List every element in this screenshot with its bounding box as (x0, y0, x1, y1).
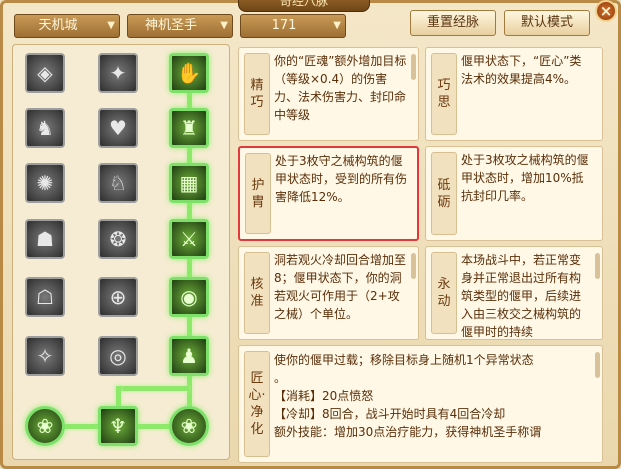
close-button[interactable]: × (595, 0, 617, 22)
school-dropdown-value: 神机圣手 (144, 18, 197, 33)
meridian-node[interactable]: ⚔ (169, 219, 209, 259)
meridian-node[interactable]: ♞ (25, 108, 65, 148)
rooster-icon: ♘ (109, 171, 127, 195)
shattered-stone-icon: ✧ (36, 344, 54, 368)
scrollbar-thumb[interactable] (595, 253, 600, 279)
meridian-node[interactable]: ☗ (25, 219, 65, 259)
skill-card-hezhun[interactable]: 核准 洞若观火冷却回合增加至8；偃甲状态下，你的洞若观火可作用于（2+攻之械）个… (238, 246, 419, 340)
chevron-down-icon: ▼ (107, 20, 115, 31)
gem-emblem-icon: ◈ (37, 61, 53, 85)
meridian-node[interactable]: ✧ (25, 336, 65, 376)
meridian-node[interactable]: ❀ (169, 406, 209, 446)
meridian-node[interactable]: ▦ (169, 163, 209, 203)
meridian-node[interactable]: ♘ (98, 163, 138, 203)
skill-card-label: 精巧 (244, 53, 270, 135)
chevron-down-icon: ▼ (220, 20, 228, 31)
meridian-node[interactable]: ❂ (98, 219, 138, 259)
window-title: 奇经八脉 (238, 0, 370, 12)
default-mode-button[interactable]: 默认模式 (504, 10, 590, 36)
skill-card-description: 洞若观火冷却回合增加至8；偃甲状态下，你的洞若观火可作用于（2+攻之械）个单位。 (274, 253, 407, 321)
meridian-node[interactable]: ✦ (98, 53, 138, 93)
swirl-right-icon: ❀ (180, 414, 198, 438)
meridian-node[interactable]: ❀ (25, 406, 65, 446)
skill-card-description: 处于3枚守之械构筑的偃甲状态时，受到的所有伤害降低12%。 (275, 154, 407, 204)
skill-card-description: 你的“匠魂”额外增加目标（等级×0.4）的伤害力、法术伤害力、封印命中等级 (274, 54, 407, 122)
orb-cluster-icon: ❂ (109, 227, 127, 251)
spirit-flame-icon: ✦ (109, 61, 127, 85)
meridian-link (116, 386, 121, 408)
skill-card-description: 使你的偃甲过载；移除目标身上随机1个异常状态 。 【消耗】20点愤怒 【冷却】8… (274, 351, 592, 460)
skill-card-yongdong[interactable]: 永动 本场战斗中，若正常变身并正常退出过所有构筑类型的偃甲，后续进入由三枚交之械… (425, 246, 603, 340)
dark-figure-icon: ☖ (36, 285, 54, 309)
golem-figure-icon: ♟ (180, 344, 198, 368)
faction-dropdown-value: 天机城 (38, 18, 78, 33)
target-crosshair-icon: ⊕ (109, 285, 127, 309)
meridian-node[interactable]: ◉ (169, 277, 209, 317)
skill-card-label: 巧思 (431, 53, 457, 135)
chevron-down-icon: ▼ (333, 20, 341, 31)
description-line: 【冷却】8回合，战斗开始时具有4回合冷却 (274, 407, 506, 421)
meridian-node[interactable]: ☖ (25, 277, 65, 317)
meridian-node[interactable]: ♜ (169, 108, 209, 148)
meridian-node[interactable]: ✋ (169, 53, 209, 93)
faction-dropdown[interactable]: 天机城 ▼ (14, 14, 120, 38)
sunburst-icon: ✺ (36, 171, 54, 195)
swirl-left-icon: ❀ (36, 414, 54, 438)
meridian-node[interactable]: ⊕ (98, 277, 138, 317)
skill-card-label: 护胄 (245, 153, 271, 234)
vortex-icon: ◎ (109, 344, 127, 368)
brick-wall-icon: ▦ (179, 171, 199, 195)
skill-card-label: 匠心·净化 (244, 351, 270, 457)
level-dropdown-value: 171 (271, 18, 297, 33)
meridian-link (136, 424, 171, 429)
meridian-link (116, 386, 189, 391)
ghost-figure-icon: ☗ (36, 227, 54, 251)
description-line: 使你的偃甲过载；移除目标身上随机1个异常状态 (274, 353, 534, 367)
bell-totem-icon: ♜ (180, 116, 198, 140)
skill-card-description: 偃甲状态下，“匠心”类法术的效果提高4%。 (461, 54, 582, 86)
description-line: 额外技能：增加30点治疗能力，获得神机圣手称谓 (274, 425, 542, 439)
skill-card-label: 砥砺 (431, 152, 457, 235)
skill-card-qiaosi[interactable]: 巧思 偃甲状态下，“匠心”类法术的效果提高4%。 (425, 47, 603, 141)
scrollbar-thumb[interactable] (595, 352, 600, 378)
meridian-node[interactable]: ◎ (98, 336, 138, 376)
crossed-blades-icon: ⚔ (180, 227, 198, 251)
grab-hand-icon: ✋ (176, 61, 202, 85)
meridian-node[interactable]: ✺ (25, 163, 65, 203)
spinning-orb-icon: ◉ (180, 285, 198, 309)
meridian-node[interactable]: ♥ (98, 108, 138, 148)
skill-card-jiangxin[interactable]: 匠心·净化 使你的偃甲过载；移除目标身上随机1个异常状态 。 【消耗】20点愤怒… (238, 345, 603, 463)
meridian-node[interactable]: ♆ (98, 406, 138, 446)
level-dropdown[interactable]: 171 ▼ (240, 14, 346, 38)
crouching-figure-icon: ♞ (36, 116, 54, 140)
school-dropdown[interactable]: 神机圣手 ▼ (127, 14, 233, 38)
skill-card-dilong[interactable]: 砥砺 处于3枚攻之械构筑的偃甲状态时，增加10%抵抗封印几率。 (425, 146, 603, 241)
meridian-node[interactable]: ◈ (25, 53, 65, 93)
meridian-link (63, 424, 100, 429)
skill-card-jingqiao[interactable]: 精巧 你的“匠魂”额外增加目标（等级×0.4）的伤害力、法术伤害力、封印命中等级 (238, 47, 419, 141)
skill-card-label: 核准 (244, 252, 270, 334)
scrollbar-thumb[interactable] (411, 54, 416, 80)
scrollbar-thumb[interactable] (411, 253, 416, 279)
skill-card-description: 本场战斗中，若正常变身并正常退出过所有构筑类型的偃甲，后续进入由三枚交之械构筑的… (461, 253, 582, 337)
description-line: 。 (274, 371, 287, 385)
skill-card-description: 处于3枚攻之械构筑的偃甲状态时，增加10%抵抗封印几率。 (461, 153, 589, 203)
skill-card-label: 永动 (431, 252, 457, 334)
meridian-node[interactable]: ♟ (169, 336, 209, 376)
reset-meridian-button[interactable]: 重置经脉 (410, 10, 496, 36)
goblet-icon: ♆ (109, 414, 127, 438)
heart-shield-icon: ♥ (109, 116, 127, 140)
description-line: 【消耗】20点愤怒 (274, 389, 374, 403)
skill-card-huqi[interactable]: 护胄 处于3枚守之械构筑的偃甲状态时，受到的所有伤害降低12%。 (238, 146, 419, 241)
